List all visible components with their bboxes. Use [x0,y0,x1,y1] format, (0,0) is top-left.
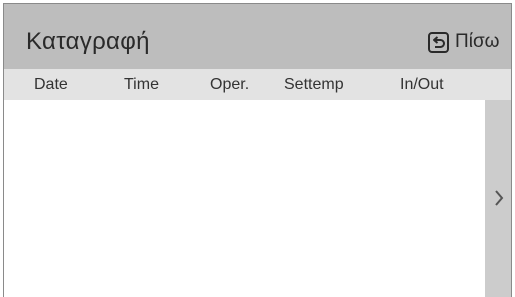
log-list [4,100,485,297]
column-header-oper: Oper. [210,76,250,93]
page-title: Καταγραφή [26,28,150,55]
header-bar: Καταγραφή Πίσω [4,4,511,69]
back-button[interactable]: Πίσω [428,28,500,56]
back-arrow-icon [428,31,449,53]
chevron-right-icon [493,188,505,213]
log-screen: Καταγραφή Πίσω Date Time Oper. Settemp I… [3,3,512,297]
next-page-button[interactable] [485,100,511,297]
back-button-label: Πίσω [455,31,500,52]
column-header-row: Date Time Oper. Settemp In/Out [4,69,511,100]
column-header-time: Time [124,76,159,93]
column-header-date: Date [34,76,68,93]
column-header-settemp: Settemp [284,76,344,93]
column-header-in-out: In/Out [400,76,444,93]
